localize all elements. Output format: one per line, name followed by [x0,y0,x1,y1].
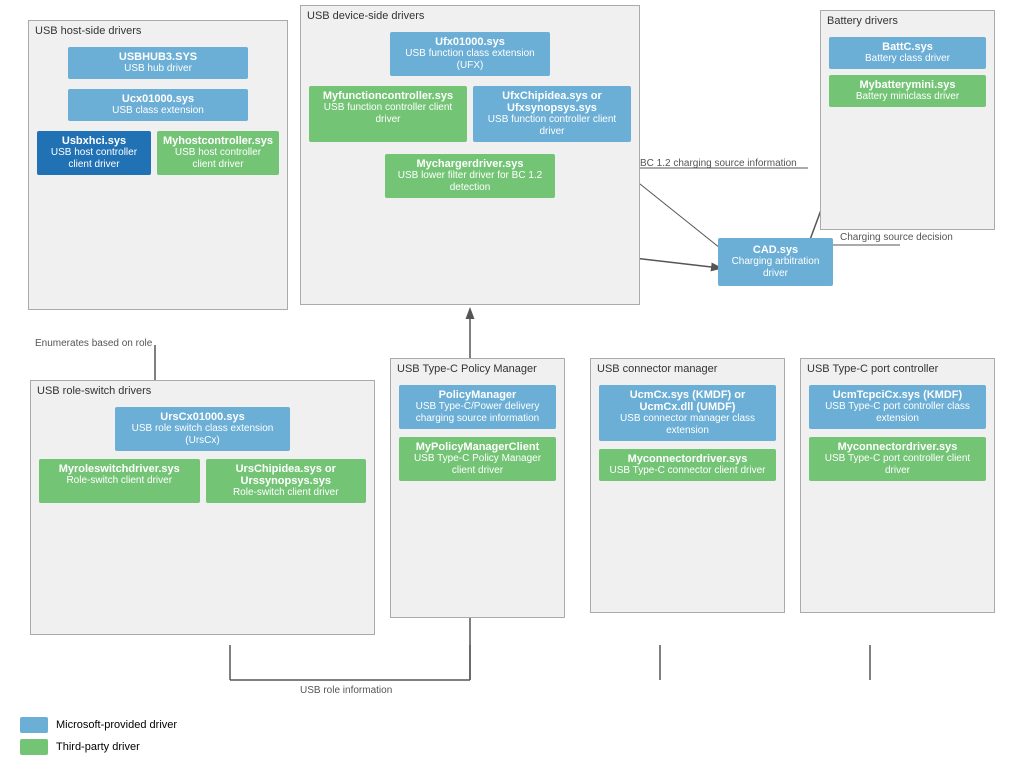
mypolicymanagerclient-box: MyPolicyManagerClient USB Type-C Policy … [399,437,556,481]
mypolicymanagerclient-name: MyPolicyManagerClient [405,441,550,453]
ucmcx-box: UcmCx.sys (KMDF) or UcmCx.dll (UMDF) USB… [599,385,776,441]
diagram-container: USB host-side drivers USBHUB3.SYS USB hu… [0,0,1016,765]
urscx01000-desc: USB role switch class extension (UrsCx) [121,423,284,447]
ufx01000-name: Ufx01000.sys [396,36,544,48]
device-side-label: USB device-side drivers [307,10,424,22]
battery-label: Battery drivers [827,15,898,27]
myfunctioncontroller-name: Myfunctioncontroller.sys [315,90,461,102]
ucmcx-name: UcmCx.sys (KMDF) or UcmCx.dll (UMDF) [605,389,770,413]
myfunctioncontroller-desc: USB function controller client driver [315,102,461,126]
mychargerdriver-name: Mychargerdriver.sys [391,158,549,170]
legend-blue-box [20,717,48,733]
legend-thirdparty-label: Third-party driver [56,741,140,753]
usbhub3-box: USBHUB3.SYS USB hub driver [68,47,248,79]
urschipidea-desc: Role-switch client driver [212,487,361,499]
myroleswitchdriver-name: Myroleswitchdriver.sys [45,463,194,475]
myhostcontroller-desc: USB host controller client driver [163,147,273,171]
myconnectordriver1-desc: USB Type-C connector client driver [605,465,770,477]
ucx01000-desc: USB class extension [74,105,242,117]
mybatterymini-desc: Battery miniclass driver [835,91,980,103]
policymanager-name: PolicyManager [405,389,550,401]
charging-decision-label: Charging source decision [840,232,953,243]
usbxhci-box: Usbxhci.sys USB host controller client d… [37,131,151,175]
battery-group: Battery drivers BattC.sys Battery class … [820,10,995,230]
policymanager-box: PolicyManager USB Type-C/Power delivery … [399,385,556,429]
port-controller-label: USB Type-C port controller [807,363,938,375]
myconnectordriver2-box: Myconnectordriver.sys USB Type-C port co… [809,437,986,481]
mychargerdriver-box: Mychargerdriver.sys USB lower filter dri… [385,154,555,198]
myconnectordriver2-desc: USB Type-C port controller client driver [815,453,980,477]
cad-box: CAD.sys Charging arbitration driver [718,238,833,286]
legend-green-box [20,739,48,755]
usbhub3-desc: USB hub driver [74,63,242,75]
urschipidea-name: UrsChipidea.sys or Urssynopsys.sys [212,463,361,487]
urschipidea-box: UrsChipidea.sys or Urssynopsys.sys Role-… [206,459,367,503]
policy-manager-group: USB Type-C Policy Manager PolicyManager … [390,358,565,618]
urscx01000-name: UrsCx01000.sys [121,411,284,423]
myfunctioncontroller-box: Myfunctioncontroller.sys USB function co… [309,86,467,142]
myhostcontroller-name: Myhostcontroller.sys [163,135,273,147]
myconnectordriver1-box: Myconnectordriver.sys USB Type-C connect… [599,449,776,481]
cad-name: CAD.sys [724,244,827,256]
connector-manager-group: USB connector manager UcmCx.sys (KMDF) o… [590,358,785,613]
battc-box: BattC.sys Battery class driver [829,37,986,69]
policymanager-desc: USB Type-C/Power delivery charging sourc… [405,401,550,425]
role-info-label: USB role information [300,685,392,696]
mypolicymanagerclient-desc: USB Type-C Policy Manager client driver [405,453,550,477]
urscx01000-box: UrsCx01000.sys USB role switch class ext… [115,407,290,451]
legend-thirdparty: Third-party driver [20,739,177,755]
ucx01000-box: Ucx01000.sys USB class extension [68,89,248,121]
ucmtcpcicx-box: UcmTcpciCx.sys (KMDF) USB Type-C port co… [809,385,986,429]
ucx01000-name: Ucx01000.sys [74,93,242,105]
port-controller-group: USB Type-C port controller UcmTcpciCx.sy… [800,358,995,613]
mybatterymini-name: Mybatterymini.sys [835,79,980,91]
cad-desc: Charging arbitration driver [724,256,827,280]
myroleswitchdriver-box: Myroleswitchdriver.sys Role-switch clien… [39,459,200,503]
ucmtcpcicx-desc: USB Type-C port controller class extensi… [815,401,980,425]
ucmcx-desc: USB connector manager class extension [605,413,770,437]
battc-desc: Battery class driver [835,53,980,65]
role-switch-label: USB role-switch drivers [37,385,151,397]
legend-microsoft-label: Microsoft-provided driver [56,719,177,731]
ufx01000-box: Ufx01000.sys USB function class extensio… [390,32,550,76]
myhostcontroller-box: Myhostcontroller.sys USB host controller… [157,131,279,175]
host-side-label: USB host-side drivers [35,25,141,37]
policy-manager-label: USB Type-C Policy Manager [397,363,537,375]
myconnectordriver1-name: Myconnectordriver.sys [605,453,770,465]
host-side-group: USB host-side drivers USBHUB3.SYS USB hu… [28,20,288,310]
ufx01000-desc: USB function class extension (UFX) [396,48,544,72]
myconnectordriver2-name: Myconnectordriver.sys [815,441,980,453]
mychargerdriver-desc: USB lower filter driver for BC 1.2 detec… [391,170,549,194]
role-switch-group: USB role-switch drivers UrsCx01000.sys U… [30,380,375,635]
bc-info-label: BC 1.2 charging source information [640,158,797,169]
ucmtcpcicx-name: UcmTcpciCx.sys (KMDF) [815,389,980,401]
usbxhci-name: Usbxhci.sys [43,135,145,147]
legend-microsoft: Microsoft-provided driver [20,717,177,733]
battc-name: BattC.sys [835,41,980,53]
enumerates-label: Enumerates based on role [35,338,152,349]
usbxhci-desc: USB host controller client driver [43,147,145,171]
ufxchipidea-box: UfxChipidea.sys or Ufxsynopsys.sys USB f… [473,86,631,142]
mybatterymini-box: Mybatterymini.sys Battery miniclass driv… [829,75,986,107]
myroleswitchdriver-desc: Role-switch client driver [45,475,194,487]
device-side-group: USB device-side drivers Ufx01000.sys USB… [300,5,640,305]
legend: Microsoft-provided driver Third-party dr… [20,717,177,755]
connector-manager-label: USB connector manager [597,363,717,375]
usbhub3-name: USBHUB3.SYS [74,51,242,63]
ufxchipidea-desc: USB function controller client driver [479,114,625,138]
ufxchipidea-name: UfxChipidea.sys or Ufxsynopsys.sys [479,90,625,114]
